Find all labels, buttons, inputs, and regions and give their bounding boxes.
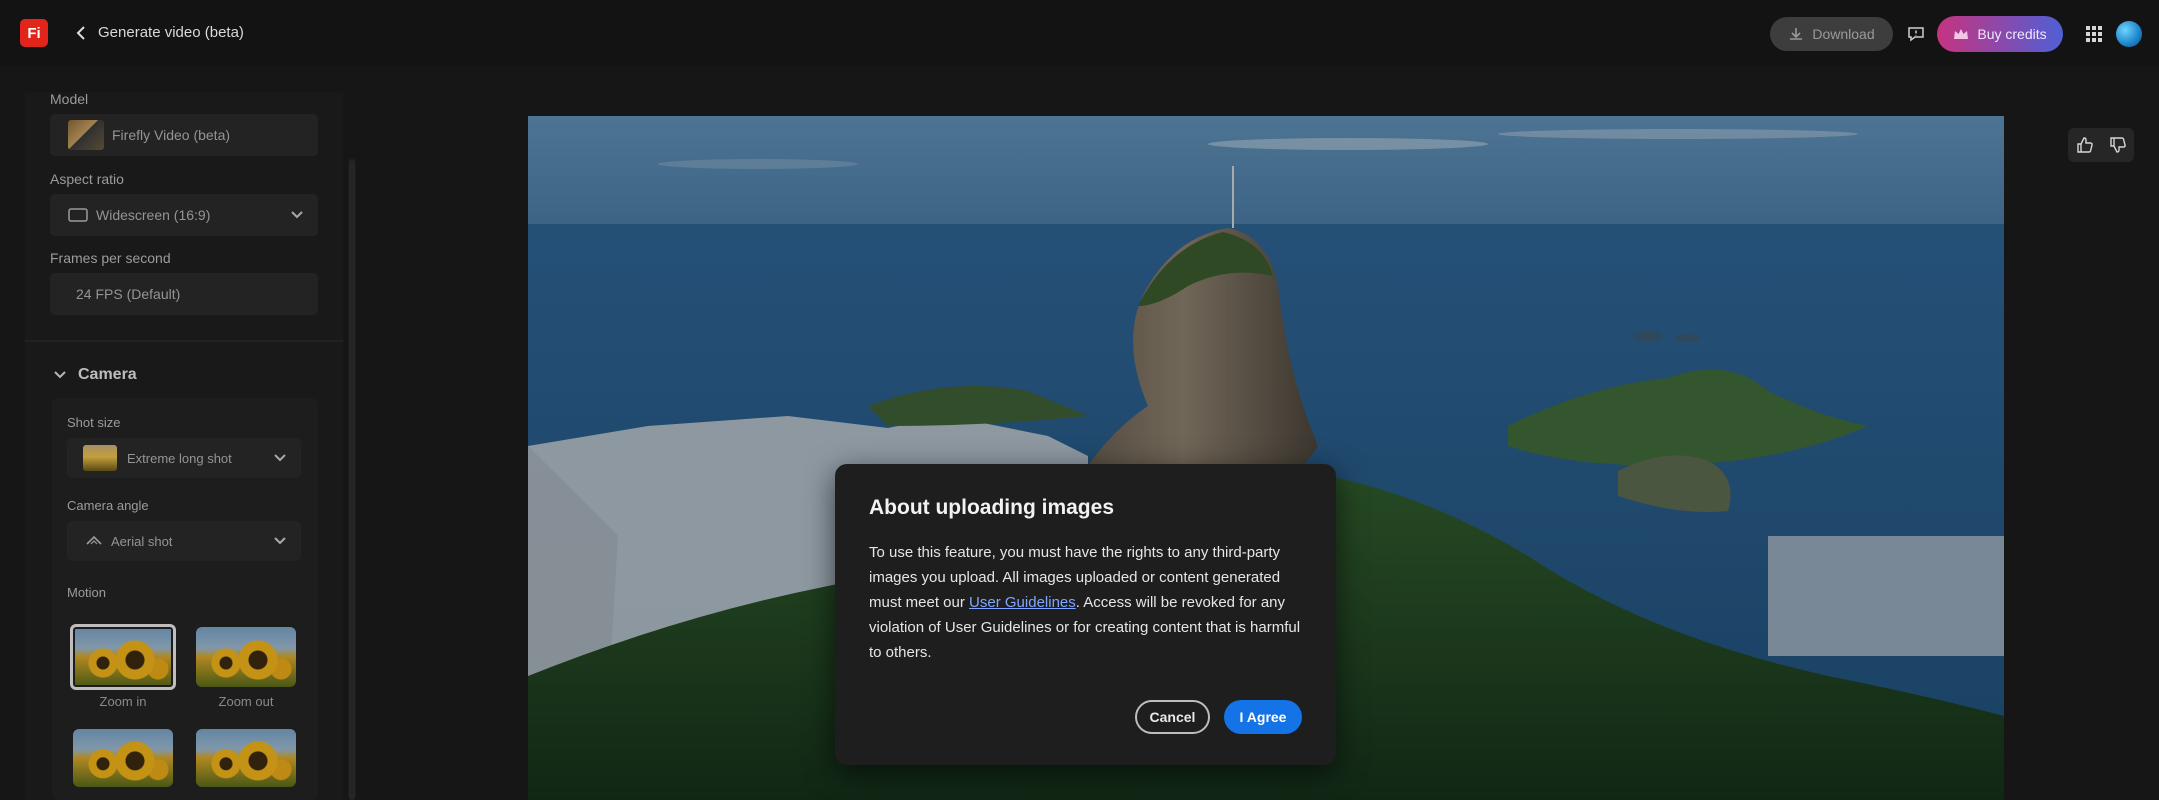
apps-grid-icon <box>2086 26 2102 42</box>
thumbs-down-icon[interactable] <box>2109 136 2127 154</box>
cancel-button[interactable]: Cancel <box>1135 700 1210 734</box>
back-button[interactable] <box>70 21 92 45</box>
dialog-title: About uploading images <box>869 496 1114 519</box>
dialog-body: To use this feature, you must have the r… <box>869 540 1309 665</box>
top-bar: Fi Generate video (beta) Download Buy cr… <box>0 0 2159 66</box>
buy-credits-button[interactable]: Buy credits <box>1937 16 2063 52</box>
download-button[interactable]: Download <box>1770 17 1893 51</box>
download-label: Download <box>1812 26 1875 42</box>
firefly-logo[interactable]: Fi <box>20 19 48 47</box>
agree-button[interactable]: I Agree <box>1224 700 1302 734</box>
crown-icon <box>1954 29 1969 39</box>
rating-controls <box>2068 128 2134 162</box>
user-guidelines-link[interactable]: User Guidelines <box>969 594 1076 611</box>
page-title: Generate video (beta) <box>98 24 244 41</box>
apps-button[interactable] <box>2080 20 2108 48</box>
feedback-button[interactable] <box>1902 20 1930 48</box>
user-avatar[interactable] <box>2116 21 2142 47</box>
thumbs-up-icon[interactable] <box>2076 136 2094 154</box>
feedback-icon <box>1908 27 1924 42</box>
download-icon <box>1790 28 1803 40</box>
upload-terms-dialog: About uploading images To use this featu… <box>835 464 1336 765</box>
buy-credits-label: Buy credits <box>1977 26 2047 42</box>
chevron-left-icon <box>76 26 85 40</box>
